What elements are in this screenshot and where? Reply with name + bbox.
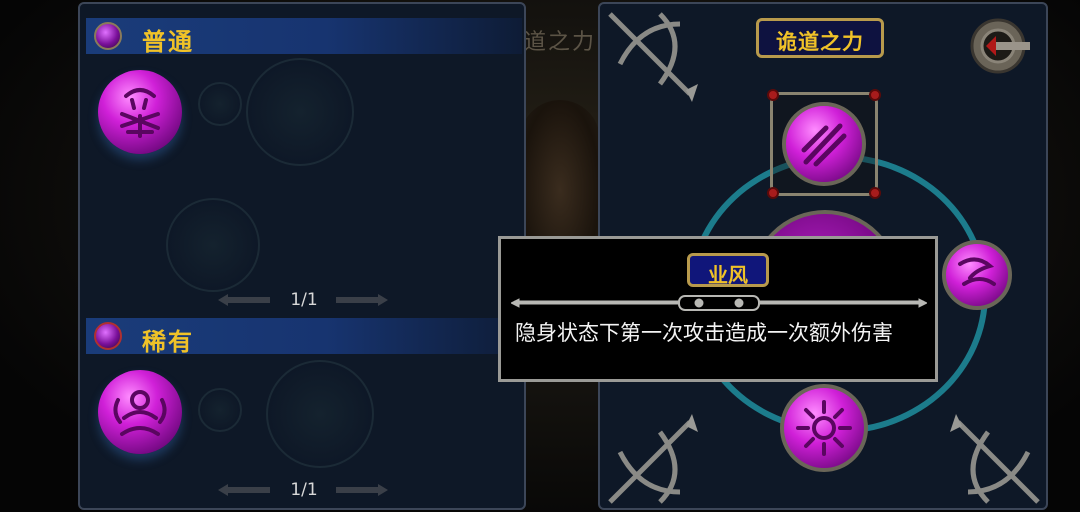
skill-orb-normal[interactable] [98, 70, 182, 154]
skill-node-bottom[interactable] [780, 384, 868, 472]
ghost-slot-decor [198, 82, 242, 126]
skill-tooltip: 业风 隐身状态下第一次攻击造成一次额外伤害 [498, 236, 938, 382]
pager-normal: 1/1 [218, 288, 388, 312]
skill-inventory-panel: 普通 1/1 稀有 1/1 [78, 2, 526, 510]
section-header-rare: 稀有 [86, 318, 522, 356]
demon-sigil-icon [120, 88, 160, 138]
sun-burst-icon [796, 400, 852, 456]
rivet [869, 187, 881, 199]
pager-text-rare: 1/1 [290, 480, 318, 500]
tooltip-skill-name: 业风 [708, 263, 748, 287]
ghost-slot-decor [166, 198, 260, 292]
tooltip-description: 隐身状态下第一次攻击造成一次额外伤害 [515, 321, 893, 345]
prev-page-arrow-icon[interactable] [218, 484, 270, 496]
meditating-figure-icon [113, 390, 167, 436]
rivet [767, 187, 779, 199]
skill-node-right[interactable] [942, 240, 1012, 310]
skill-tree-title-text: 诡道之力 [776, 30, 864, 54]
slash-skill-icon [801, 123, 847, 167]
ghost-slot-decor [266, 360, 374, 468]
next-page-arrow-icon[interactable] [336, 484, 388, 496]
skill-orb-rare[interactable] [98, 370, 182, 454]
pager-text-normal: 1/1 [290, 290, 318, 310]
corner-ornament-icon [950, 414, 1040, 504]
tooltip-name-plate: 业风 [687, 253, 769, 287]
back-button[interactable] [970, 18, 1034, 74]
ornate-divider-icon [511, 295, 927, 311]
rivet [869, 89, 881, 101]
wind-swirl-icon [958, 257, 996, 286]
prev-page-arrow-icon[interactable] [218, 294, 270, 306]
rare-gem-icon [94, 322, 122, 350]
ghost-slot-decor [246, 58, 354, 166]
skill-node-top[interactable] [782, 102, 866, 186]
next-page-arrow-icon[interactable] [336, 294, 388, 306]
corner-ornament-icon [608, 12, 698, 102]
pager-rare: 1/1 [218, 478, 388, 502]
ghost-slot-decor [198, 388, 242, 432]
section-label-rare: 稀有 [142, 328, 194, 356]
skill-tree-title: 诡道之力 [756, 18, 884, 58]
section-header-normal: 普通 [86, 18, 522, 56]
corner-ornament-icon [608, 414, 698, 504]
common-gem-icon [94, 22, 122, 50]
rivet [767, 89, 779, 101]
section-label-normal: 普通 [142, 28, 194, 56]
